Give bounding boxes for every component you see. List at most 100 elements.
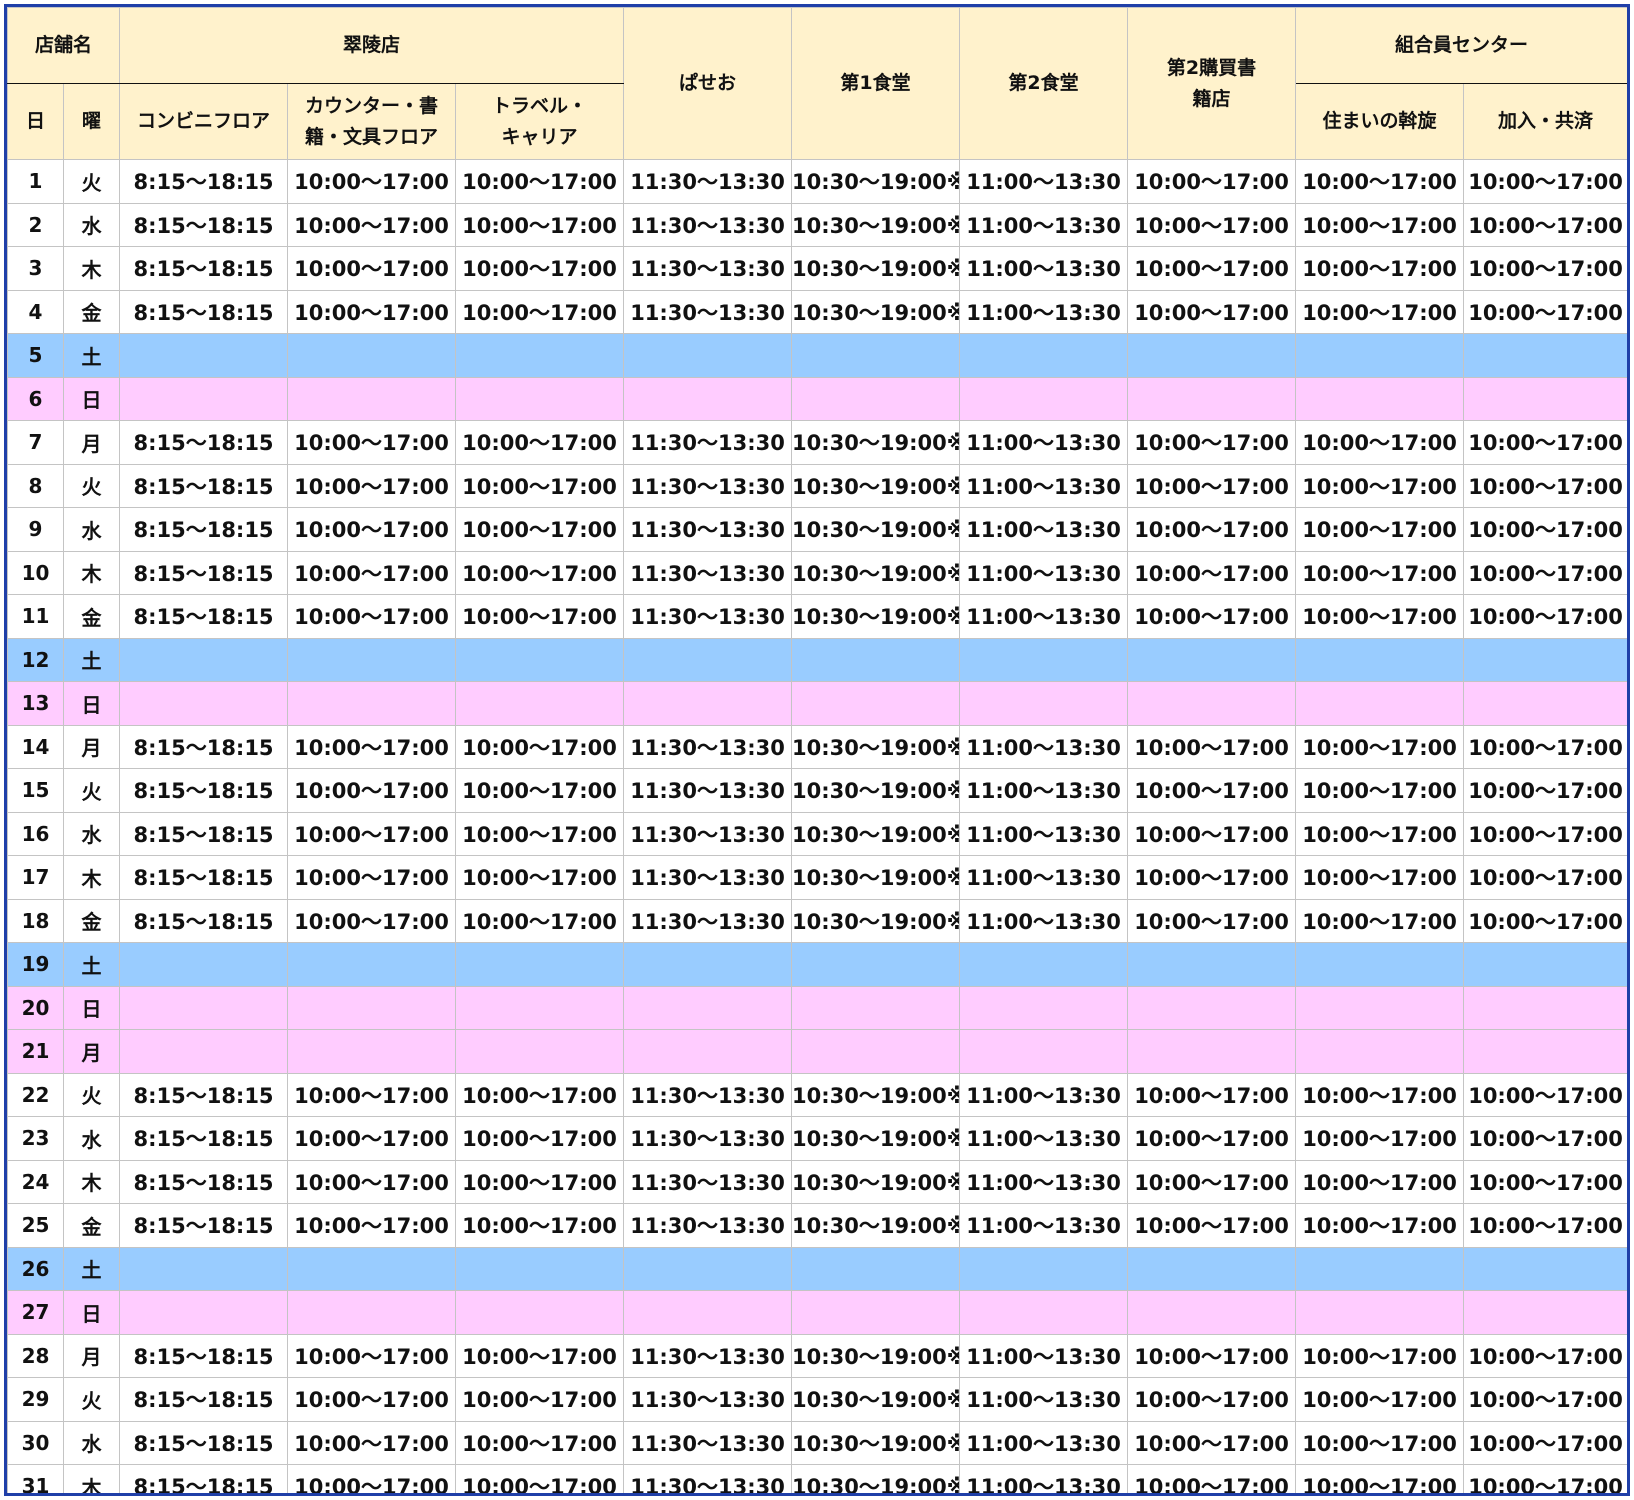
hours-cell: 10:00～17:00: [1463, 463, 1627, 508]
weekday-cell: 火: [62, 1072, 121, 1117]
hours-cell: 10:30～19:00※: [791, 724, 961, 769]
day-cell: 4: [7, 289, 64, 334]
weekday-cell: 木: [62, 1159, 121, 1204]
day-header: 日: [7, 83, 64, 160]
hours-cell: 10:00～17:00: [1295, 1203, 1465, 1248]
membership-insurance-header: 加入・共済: [1463, 83, 1627, 160]
weekday-cell: 土: [62, 1246, 121, 1291]
hours-cell: [791, 942, 961, 987]
hours-cell: 10:00～17:00: [1127, 289, 1297, 334]
hours-cell: 8:15～18:15: [119, 898, 289, 943]
table-row: 5土: [7, 333, 1627, 378]
schedule-frame: 店舗名 翠陵店 ぱせお 第1食堂 第2食堂 第2購買書籍店 組合員センター 日 …: [4, 4, 1630, 1496]
hours-cell: 10:00～17:00: [455, 507, 625, 552]
hours-cell: 11:00～13:30: [959, 1159, 1129, 1204]
day-cell: 14: [7, 724, 64, 769]
hours-cell: 10:30～19:00※: [791, 1333, 961, 1378]
hours-cell: [1127, 681, 1297, 726]
hours-cell: 8:15～18:15: [119, 1203, 289, 1248]
hours-cell: 10:00～17:00: [1463, 1116, 1627, 1161]
weekday-cell: 金: [62, 898, 121, 943]
hours-cell: [1127, 1029, 1297, 1074]
hours-cell: 10:30～19:00※: [791, 898, 961, 943]
hours-cell: 10:00～17:00: [455, 1333, 625, 1378]
hours-cell: 11:30～13:30: [623, 1464, 793, 1493]
hours-cell: [119, 942, 289, 987]
day-cell: 2: [7, 202, 64, 247]
hours-cell: 11:00～13:30: [959, 594, 1129, 639]
weekday-cell: 水: [62, 1420, 121, 1465]
hours-cell: 11:00～13:30: [959, 1203, 1129, 1248]
table-row: 27 日: [7, 1290, 1627, 1335]
weekday-cell: 土: [62, 333, 121, 378]
hours-cell: 10:00～17:00: [455, 420, 625, 465]
weekday-cell: 月: [62, 1333, 121, 1378]
hours-cell: 10:00～17:00: [455, 1377, 625, 1422]
hours-cell: 10:00～17:00: [287, 246, 457, 291]
hours-cell: [791, 376, 961, 421]
hours-cell: [623, 1029, 793, 1074]
day-cell: 28: [7, 1333, 64, 1378]
table-row: 10 木 8:15～18:15 10:00～17:00 10:00～17:00 11:30…: [7, 550, 1627, 595]
hours-cell: 10:00～17:00: [287, 1116, 457, 1161]
day-cell: 9: [7, 507, 64, 552]
hours-cell: 10:00～17:00: [1295, 550, 1465, 595]
hours-cell: 10:00～17:00: [287, 1333, 457, 1378]
hours-cell: [959, 1246, 1129, 1291]
hours-cell: 10:00～17:00: [1463, 1377, 1627, 1422]
hours-cell: 10:00～17:00: [1127, 1333, 1297, 1378]
hours-cell: 11:30～13:30: [623, 550, 793, 595]
table-row: 21 月: [7, 1029, 1627, 1074]
hours-cell: 8:15～18:15: [119, 1420, 289, 1465]
hours-cell: 10:00～17:00: [1295, 420, 1465, 465]
hours-cell: 8:15～18:15: [119, 1159, 289, 1204]
weekday-cell: 木: [62, 550, 121, 595]
table-row: 24 木 8:15～18:15 10:00～17:00 10:00～17:00 11:30…: [7, 1159, 1627, 1204]
hours-cell: [1295, 1029, 1465, 1074]
weekday-cell: 木: [62, 1464, 121, 1493]
hours-cell: 10:00～17:00: [287, 768, 457, 813]
store-name-header: 店舗名: [7, 7, 121, 84]
hours-cell: 11:00～13:30: [959, 420, 1129, 465]
day-cell: 12: [7, 637, 64, 682]
hours-cell: [1295, 1290, 1465, 1335]
weekday-cell: 日: [62, 1290, 121, 1335]
hours-cell: 10:00～17:00: [287, 1159, 457, 1204]
hours-cell: 10:00～17:00: [1127, 768, 1297, 813]
hours-cell: 10:00～17:00: [1463, 159, 1627, 204]
hours-cell: 11:00～13:30: [959, 768, 1129, 813]
hours-cell: [1127, 942, 1297, 987]
hours-cell: 8:15～18:15: [119, 420, 289, 465]
hours-cell: 10:00～17:00: [1463, 289, 1627, 334]
hours-cell: 10:30～19:00※: [791, 1116, 961, 1161]
hours-cell: 10:00～17:00: [287, 550, 457, 595]
day-cell: 3: [7, 246, 64, 291]
table-row: 17 木 8:15～18:15 10:00～17:00 10:00～17:00 11:30…: [7, 855, 1627, 900]
hours-cell: 10:00～17:00: [287, 1377, 457, 1422]
hours-cell: [1127, 637, 1297, 682]
hours-cell: 11:00～13:30: [959, 202, 1129, 247]
hours-cell: [1463, 333, 1627, 378]
hours-cell: 10:00～17:00: [1127, 1159, 1297, 1204]
hours-cell: 11:00～13:30: [959, 246, 1129, 291]
hours-cell: [1295, 1246, 1465, 1291]
day-cell: 29: [7, 1377, 64, 1422]
hours-cell: 10:00～17:00: [455, 1116, 625, 1161]
weekday-cell: 水: [62, 1116, 121, 1161]
table-row: 14 月 8:15～18:15 10:00～17:00 10:00～17:00 11:30…: [7, 724, 1627, 769]
hours-cell: 11:30～13:30: [623, 246, 793, 291]
hours-cell: 8:15～18:15: [119, 594, 289, 639]
hours-cell: 10:00～17:00: [1295, 246, 1465, 291]
hours-cell: [1463, 985, 1627, 1030]
hours-cell: [455, 681, 625, 726]
hours-cell: 10:30～19:00※: [791, 768, 961, 813]
hours-cell: 10:00～17:00: [1295, 724, 1465, 769]
weekday-cell: 金: [62, 594, 121, 639]
hours-cell: [1463, 637, 1627, 682]
weekday-cell: 水: [62, 507, 121, 552]
hours-cell: 11:30～13:30: [623, 1159, 793, 1204]
hours-cell: 10:00～17:00: [1463, 1159, 1627, 1204]
hours-cell: [623, 985, 793, 1030]
hours-cell: [959, 1029, 1129, 1074]
hours-cell: 10:00～17:00: [287, 507, 457, 552]
